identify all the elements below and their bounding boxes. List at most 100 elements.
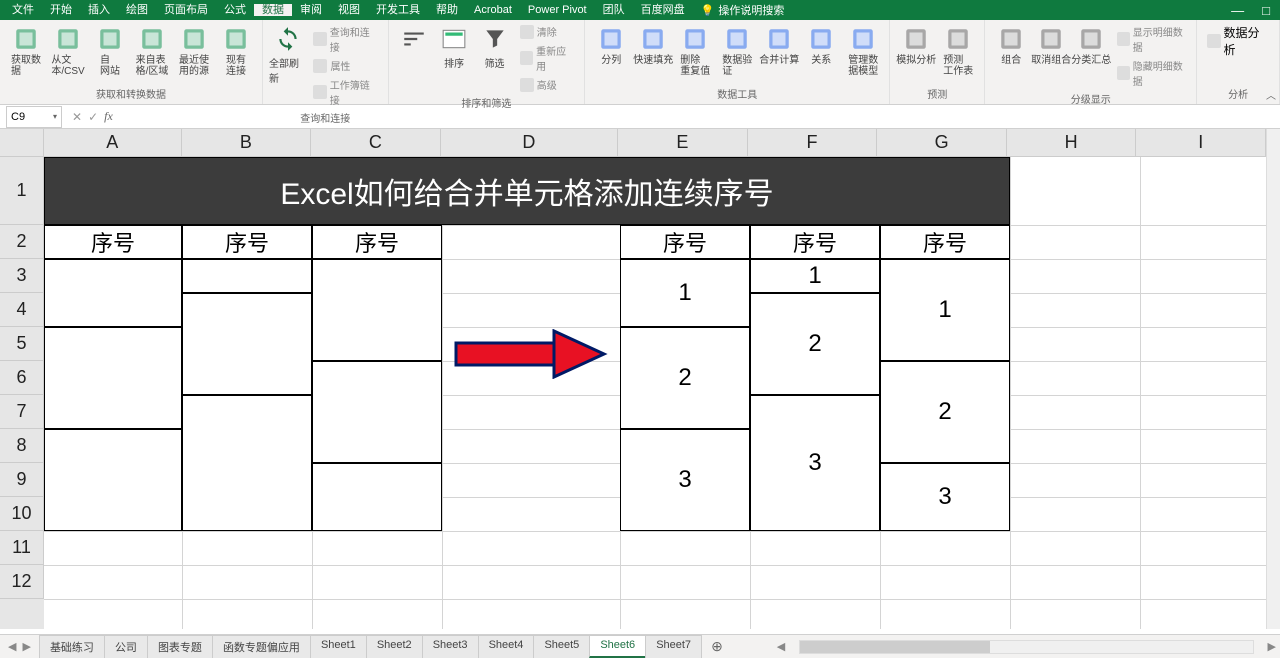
merged-cell[interactable]: [182, 395, 312, 531]
sheet-tab[interactable]: Sheet2: [366, 635, 423, 658]
column-header[interactable]: C: [311, 129, 441, 157]
cancel-formula-icon[interactable]: ✕: [72, 110, 82, 124]
hscroll-right-icon[interactable]: ▶: [1264, 640, 1280, 653]
ribbon-tab[interactable]: 文件: [4, 4, 42, 16]
ribbon-button[interactable]: 最近使 用的源: [174, 23, 214, 77]
ribbon-small-item[interactable]: 显示明细数据: [1113, 23, 1190, 55]
row-header[interactable]: 2: [0, 225, 44, 259]
ribbon-button[interactable]: 关系: [801, 23, 841, 66]
merged-cell[interactable]: 1: [750, 259, 880, 293]
sheet-tab[interactable]: 函数专题偏应用: [212, 635, 311, 658]
column-header[interactable]: E: [618, 129, 748, 157]
ribbon-small-item[interactable]: 工作簿链接: [309, 76, 381, 108]
merged-cell[interactable]: [182, 259, 312, 293]
sheet-tab[interactable]: Sheet5: [533, 635, 590, 658]
add-sheet-button[interactable]: ⊕: [701, 638, 733, 655]
row-header[interactable]: 8: [0, 429, 44, 463]
ribbon-tab[interactable]: 团队: [595, 4, 633, 16]
ribbon-button[interactable]: 分类汇总: [1071, 23, 1111, 66]
merged-cell[interactable]: [44, 259, 182, 327]
ribbon-tab[interactable]: 帮助: [428, 4, 466, 16]
ribbon-small-item[interactable]: 高级: [516, 76, 578, 93]
column-header[interactable]: B: [182, 129, 312, 157]
sort-button[interactable]: 排序: [435, 23, 473, 70]
title-cell[interactable]: Excel如何给合并单元格添加连续序号: [44, 157, 1010, 225]
ribbon-button[interactable]: 管理数 据模型: [843, 23, 883, 77]
ribbon-tab[interactable]: 页面布局: [156, 4, 216, 16]
ribbon-button[interactable]: 取消组合: [1031, 23, 1071, 66]
ribbon-tab[interactable]: Acrobat: [466, 4, 520, 16]
sheet-tab[interactable]: Sheet4: [478, 635, 535, 658]
column-header[interactable]: F: [748, 129, 878, 157]
ribbon-tab[interactable]: 开始: [42, 4, 80, 16]
ribbon-small-item[interactable]: 重新应用: [516, 42, 578, 74]
ribbon-button[interactable]: 数据验 证: [717, 23, 757, 77]
ribbon-button[interactable]: 快速填充: [633, 23, 673, 66]
maximize-icon[interactable]: □: [1262, 3, 1270, 18]
spreadsheet-grid[interactable]: ABCDEFGHI 123456789101112 Excel如何给合并单元格添…: [0, 129, 1280, 629]
row-header[interactable]: 7: [0, 395, 44, 429]
ribbon-button[interactable]: 来自表 格/区域: [132, 23, 172, 77]
row-header[interactable]: 11: [0, 531, 44, 565]
sheet-tab[interactable]: 图表专题: [147, 635, 213, 658]
ribbon-small-item[interactable]: 属性: [309, 57, 381, 74]
ribbon-button[interactable]: 合并计算: [759, 23, 799, 66]
refresh-all-button[interactable]: 全部刷新: [269, 23, 307, 85]
ribbon-tab[interactable]: 审阅: [292, 4, 330, 16]
row-header[interactable]: 3: [0, 259, 44, 293]
sheet-tab[interactable]: Sheet6: [589, 635, 646, 658]
merged-cell[interactable]: 1: [620, 259, 750, 327]
merged-cell[interactable]: 3: [620, 429, 750, 531]
sheet-nav-prev-icon[interactable]: ◀: [8, 640, 16, 653]
column-header[interactable]: A: [44, 129, 182, 157]
ribbon-button[interactable]: 组合: [991, 23, 1031, 66]
horizontal-scrollbar[interactable]: [799, 640, 1253, 654]
header-cell[interactable]: 序号: [44, 225, 182, 259]
merged-cell[interactable]: [182, 293, 312, 395]
select-all-corner[interactable]: [0, 129, 44, 157]
merged-cell[interactable]: 2: [620, 327, 750, 429]
ribbon-tab[interactable]: 插入: [80, 4, 118, 16]
column-header[interactable]: I: [1136, 129, 1266, 157]
row-header[interactable]: 4: [0, 293, 44, 327]
header-cell[interactable]: 序号: [312, 225, 442, 259]
row-header[interactable]: 9: [0, 463, 44, 497]
hscroll-left-icon[interactable]: ◀: [773, 640, 789, 653]
ribbon-button[interactable]: 现有 连接: [216, 23, 256, 77]
enter-formula-icon[interactable]: ✓: [88, 110, 98, 124]
ribbon-tab[interactable]: 绘图: [118, 4, 156, 16]
sheet-tab[interactable]: 公司: [104, 635, 148, 658]
ribbon-button[interactable]: 删除 重复值: [675, 23, 715, 77]
merged-cell[interactable]: 2: [880, 361, 1010, 463]
ribbon-tab[interactable]: 视图: [330, 4, 368, 16]
ribbon-button[interactable]: 预测 工作表: [938, 23, 978, 77]
ribbon-button[interactable]: 从文 本/CSV: [48, 23, 88, 77]
ribbon-tab[interactable]: 公式: [216, 4, 254, 16]
merged-cell[interactable]: 3: [880, 463, 1010, 531]
row-header[interactable]: 5: [0, 327, 44, 361]
row-header[interactable]: 1: [0, 157, 44, 225]
sheet-nav-next-icon[interactable]: ▶: [22, 640, 30, 653]
sheet-tab[interactable]: 基础练习: [39, 635, 105, 658]
merged-cell[interactable]: [312, 259, 442, 361]
merged-cell[interactable]: 2: [750, 293, 880, 395]
header-cell[interactable]: 序号: [880, 225, 1010, 259]
header-cell[interactable]: 序号: [750, 225, 880, 259]
merged-cell[interactable]: 1: [880, 259, 1010, 361]
ribbon-tab[interactable]: 百度网盘: [633, 4, 693, 16]
data-analysis-button[interactable]: 数据分析: [1203, 23, 1273, 59]
vertical-scrollbar[interactable]: [1266, 129, 1280, 629]
collapse-ribbon-icon[interactable]: ︿: [1266, 87, 1276, 102]
merged-cell[interactable]: [312, 463, 442, 531]
ribbon-tab[interactable]: 开发工具: [368, 4, 428, 16]
header-cell[interactable]: 序号: [182, 225, 312, 259]
name-box[interactable]: C9: [6, 106, 62, 128]
header-cell[interactable]: 序号: [620, 225, 750, 259]
sheet-tab[interactable]: Sheet7: [645, 635, 702, 658]
sheet-tab[interactable]: Sheet1: [310, 635, 367, 658]
fx-icon[interactable]: fx: [104, 109, 119, 124]
merged-cell[interactable]: [44, 429, 182, 531]
merged-cell[interactable]: 3: [750, 395, 880, 531]
column-header[interactable]: D: [441, 129, 618, 157]
sheet-tab[interactable]: Sheet3: [422, 635, 479, 658]
